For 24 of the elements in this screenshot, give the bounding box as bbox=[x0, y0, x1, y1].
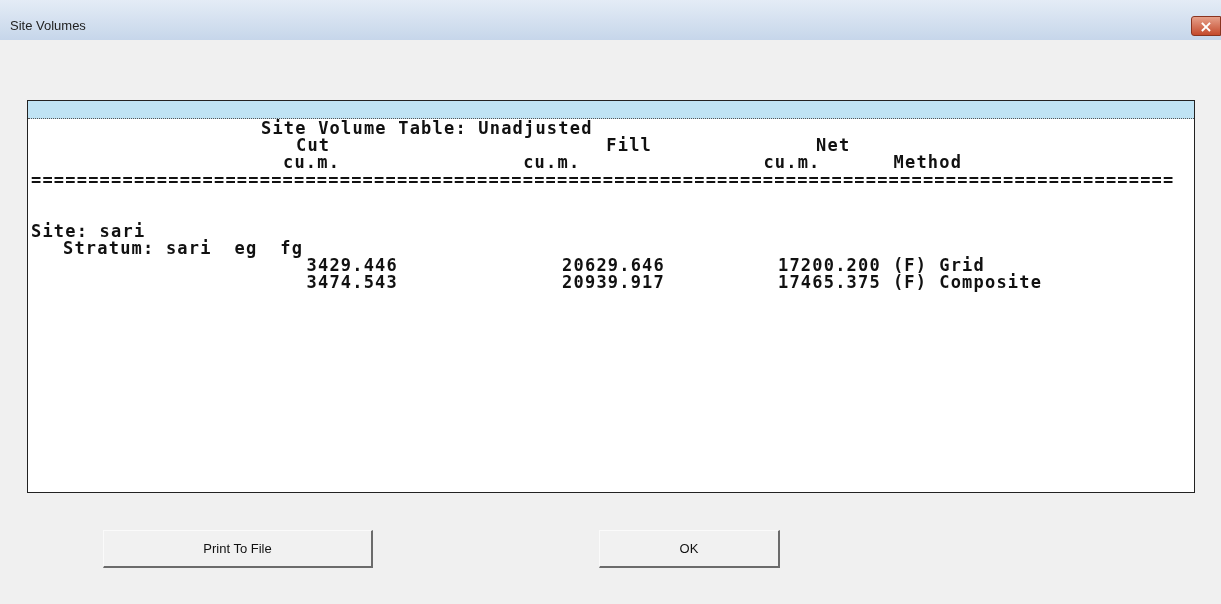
report-title: Site Volume Table: Unadjusted bbox=[261, 120, 593, 137]
method-value: Grid bbox=[939, 257, 985, 274]
fill-value: 20939.917 bbox=[561, 274, 665, 291]
cut-value: 3474.543 bbox=[305, 274, 398, 291]
net-value: 17200.200 bbox=[778, 257, 881, 274]
fill-value: 20629.646 bbox=[561, 257, 665, 274]
column-heading: cu.m. bbox=[523, 154, 581, 171]
stratum-label: Stratum: sari eg fg bbox=[63, 240, 304, 257]
method-value: Composite bbox=[939, 274, 1043, 291]
volume-sign-label: (F) bbox=[892, 274, 928, 291]
volume-sign-label: (F) bbox=[892, 257, 928, 274]
print-to-file-button[interactable]: Print To File bbox=[103, 530, 373, 568]
column-heading: Cut bbox=[296, 137, 331, 154]
separator-line: ==================================================================================================== bbox=[31, 172, 1175, 189]
column-heading: Net bbox=[816, 137, 851, 154]
window-title: Site Volumes bbox=[10, 18, 86, 33]
net-value: 17465.375 bbox=[778, 274, 881, 291]
column-heading: cu.m. bbox=[283, 154, 341, 171]
cut-value: 3429.446 bbox=[305, 257, 398, 274]
column-heading: Fill bbox=[606, 137, 653, 154]
column-heading: cu.m. bbox=[763, 154, 821, 171]
site-label: Site: sari bbox=[31, 223, 146, 240]
ok-button[interactable]: OK bbox=[599, 530, 780, 568]
column-heading: Method bbox=[893, 154, 963, 171]
